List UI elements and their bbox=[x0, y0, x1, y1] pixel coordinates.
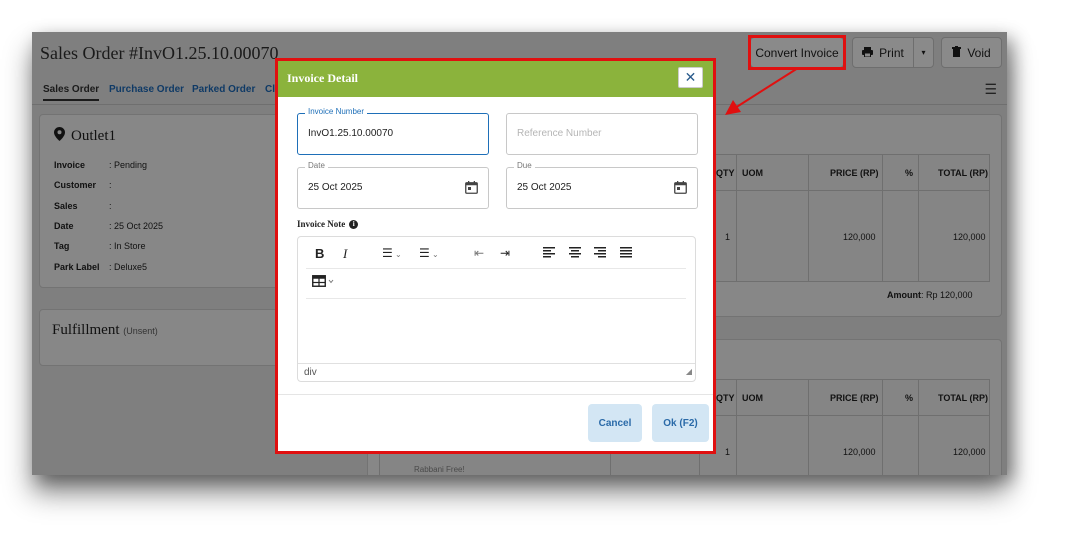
menu-icon[interactable]: ☰ bbox=[984, 81, 997, 98]
row-total: 120,000 bbox=[953, 232, 986, 242]
col-total: TOTAL (RP) bbox=[938, 168, 988, 178]
invoice-detail-modal: Invoice Detail ✕ Invoice Number InvO1.25… bbox=[275, 58, 716, 454]
row2-item-text: Rabbani Free! bbox=[414, 465, 465, 474]
bullet-list-icon[interactable]: ☰ ⌄ bbox=[382, 246, 402, 260]
modal-title: Invoice Detail bbox=[287, 71, 358, 85]
row-qty: 1 bbox=[725, 232, 731, 242]
print-label: Print bbox=[879, 45, 904, 60]
col-qty: QTY bbox=[716, 168, 735, 178]
void-button[interactable]: Void bbox=[941, 37, 1002, 68]
info-icon: i bbox=[349, 219, 359, 229]
fulfillment-card: Fulfillment (Unsent) bbox=[39, 309, 284, 366]
info-row-date: Date: 25 Oct 2025 bbox=[54, 221, 164, 231]
col2-price: PRICE (RP) bbox=[830, 393, 879, 403]
caret-down-icon: ▾ bbox=[921, 48, 926, 57]
close-button[interactable]: ✕ bbox=[678, 67, 703, 88]
invoice-number-value: InvO1.25.10.00070 bbox=[308, 128, 394, 139]
info-row-tag: Tag: In Store bbox=[54, 241, 146, 251]
row2-total: 120,000 bbox=[953, 447, 986, 457]
col2-percent: % bbox=[905, 393, 914, 403]
map-pin-icon bbox=[54, 127, 65, 146]
invoice-number-field[interactable]: Invoice Number InvO1.25.10.00070 bbox=[297, 107, 489, 155]
due-value: 25 Oct 2025 bbox=[517, 182, 572, 193]
calendar-icon[interactable] bbox=[465, 181, 478, 199]
reference-number-placeholder: Reference Number bbox=[517, 128, 602, 139]
close-icon: ✕ bbox=[684, 69, 697, 85]
row2-price: 120,000 bbox=[843, 447, 876, 457]
col2-uom: UOM bbox=[742, 393, 763, 403]
amount-value: : Rp 120,000 bbox=[921, 290, 973, 300]
amount-label: Amount bbox=[887, 290, 921, 300]
tab-purchase-order[interactable]: Purchase Order bbox=[109, 84, 184, 95]
info-row-customer: Customer: bbox=[54, 180, 112, 190]
editor-status-path: div bbox=[304, 367, 317, 378]
outlet-name: Outlet1 bbox=[71, 128, 116, 144]
align-left-icon[interactable] bbox=[543, 246, 555, 261]
printer-icon bbox=[862, 46, 874, 60]
outlet-title: Outlet1 bbox=[54, 127, 116, 146]
bold-icon[interactable]: B bbox=[315, 246, 324, 261]
ok-button[interactable]: Ok (F2) bbox=[652, 404, 709, 442]
modal-header: Invoice Detail ✕ bbox=[278, 61, 713, 97]
due-field[interactable]: Due 25 Oct 2025 bbox=[506, 161, 698, 209]
fulfillment-status: (Unsent) bbox=[123, 326, 158, 336]
void-label: Void bbox=[967, 45, 991, 60]
ok-label: Ok (F2) bbox=[663, 417, 698, 429]
date-label: Date bbox=[305, 161, 328, 170]
due-label: Due bbox=[514, 161, 535, 170]
tab-parked-order[interactable]: Parked Order bbox=[192, 84, 255, 95]
align-right-icon[interactable] bbox=[594, 246, 606, 261]
row-price: 120,000 bbox=[843, 232, 876, 242]
editor-status-bar: div ◢ bbox=[298, 363, 695, 381]
cancel-button[interactable]: Cancel bbox=[588, 404, 642, 442]
tab-cl[interactable]: Cl bbox=[265, 84, 275, 95]
align-center-icon[interactable] bbox=[569, 246, 581, 261]
reference-number-field[interactable]: Reference Number bbox=[506, 113, 698, 155]
outdent-icon[interactable]: ⇤ bbox=[474, 246, 484, 260]
numbered-list-icon[interactable]: ☰ ⌄ bbox=[419, 246, 439, 260]
row2-qty: 1 bbox=[725, 447, 731, 457]
invoice-number-label: Invoice Number bbox=[305, 107, 368, 116]
calendar-icon[interactable] bbox=[674, 181, 687, 199]
cancel-label: Cancel bbox=[598, 417, 632, 429]
info-row-invoice: Invoice: Pending bbox=[54, 160, 148, 170]
date-field[interactable]: Date 25 Oct 2025 bbox=[297, 161, 489, 209]
page-title: Sales Order #InvO1.25.10.00070 bbox=[40, 43, 279, 63]
col-price: PRICE (RP) bbox=[830, 168, 879, 178]
info-row-sales: Sales: bbox=[54, 201, 112, 211]
col2-qty: QTY bbox=[716, 393, 735, 403]
indent-icon[interactable]: ⇥ bbox=[500, 246, 510, 260]
print-dropdown-button[interactable]: ▾ bbox=[913, 37, 934, 68]
table-icon[interactable] bbox=[312, 275, 336, 290]
date-value: 25 Oct 2025 bbox=[308, 182, 363, 193]
fulfillment-title: Fulfillment (Unsent) bbox=[52, 322, 158, 338]
convert-invoice-highlight bbox=[748, 35, 846, 70]
resize-handle-icon[interactable]: ◢ bbox=[686, 363, 692, 380]
outlet-card: Outlet1 Invoice: Pending Customer: Sales… bbox=[39, 114, 284, 288]
trash-icon bbox=[952, 45, 962, 60]
invoice-note-label: Invoice Note i bbox=[297, 219, 359, 229]
print-button[interactable]: Print bbox=[852, 37, 914, 68]
col-uom: UOM bbox=[742, 168, 763, 178]
italic-icon[interactable]: I bbox=[343, 246, 347, 262]
align-justify-icon[interactable] bbox=[620, 246, 632, 261]
tab-sales-order[interactable]: Sales Order bbox=[43, 84, 100, 101]
info-row-park-label: Park Label: Deluxe5 bbox=[54, 262, 148, 272]
invoice-note-editor[interactable]: B I ☰ ⌄ ☰ ⌄ ⇤ ⇥ div ◢ bbox=[297, 236, 696, 382]
col-percent: % bbox=[905, 168, 914, 178]
col2-total: TOTAL (RP) bbox=[938, 393, 988, 403]
